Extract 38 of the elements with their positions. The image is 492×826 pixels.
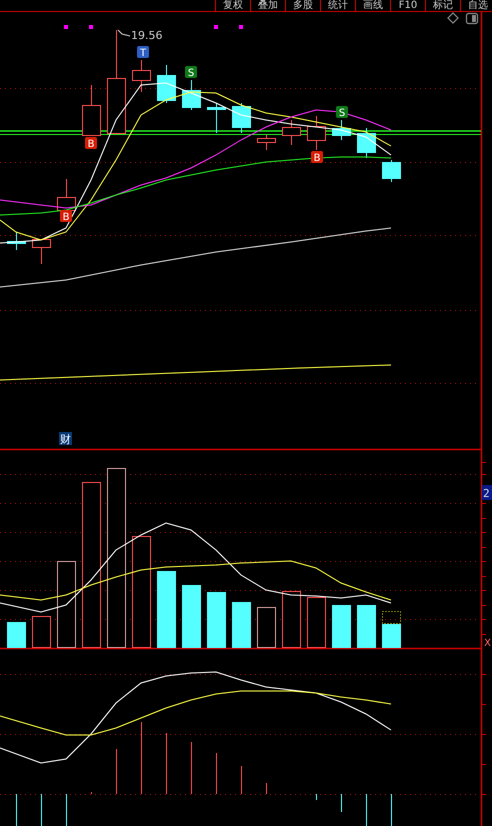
candlestick (82, 84, 101, 136)
volume-bar (7, 622, 26, 648)
candlestick (182, 80, 201, 110)
diamond-icon[interactable] (447, 12, 459, 24)
candlestick (207, 102, 226, 134)
news-badge[interactable]: 财 (59, 432, 72, 446)
signal-badge: S (336, 106, 348, 119)
panel-toggle-icon[interactable] (466, 12, 478, 24)
candlestick (282, 120, 301, 146)
signal-badge: B (85, 137, 97, 150)
candlestick (157, 64, 176, 104)
volume-bar (207, 592, 226, 648)
volume-bar (232, 602, 251, 648)
signal-badge: S (185, 66, 197, 79)
axis-value-label: 2 (482, 485, 492, 500)
candlestick (32, 238, 51, 264)
candlestick (257, 134, 276, 150)
volume-bar (257, 607, 276, 648)
signal-badge: B (311, 151, 323, 164)
volume-bar (357, 605, 376, 648)
candlestick (357, 128, 376, 158)
candlestick (307, 116, 326, 150)
volume-bar (382, 624, 401, 648)
close-panel-button[interactable]: X (483, 636, 492, 649)
candlestick (7, 232, 26, 250)
high-price-label: 19.56 (118, 29, 162, 42)
candlestick (232, 102, 251, 134)
volume-bar (332, 605, 351, 648)
candlestick (332, 120, 351, 140)
candlestick (382, 160, 401, 182)
candlestick (132, 60, 151, 92)
signal-badge: T (137, 46, 149, 59)
volume-bar (32, 616, 51, 648)
volume-bar (307, 597, 326, 648)
signal-badge: B (60, 210, 72, 223)
volume-forecast-box (382, 611, 401, 624)
volume-bar (182, 585, 201, 648)
volume-bar (282, 591, 301, 648)
